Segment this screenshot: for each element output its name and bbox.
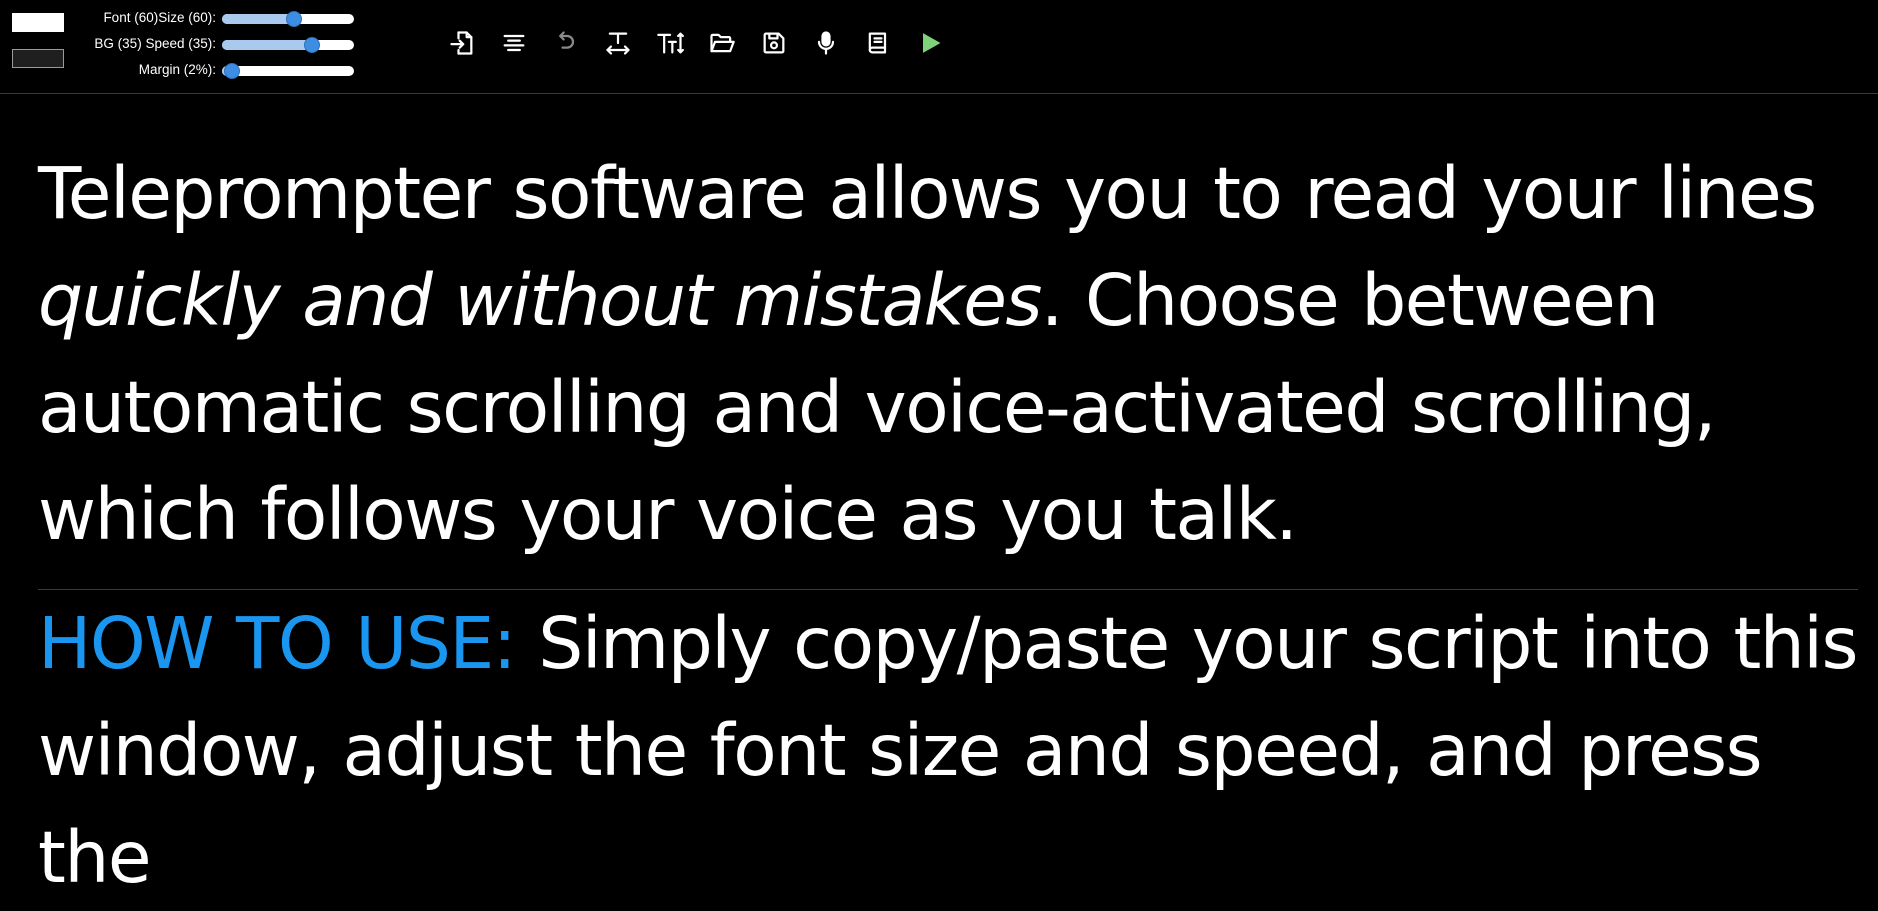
script-paragraph-1: Teleprompter software allows you to read… — [38, 140, 1858, 568]
play-icon — [923, 33, 941, 53]
undo-icon — [559, 31, 575, 49]
script-text-area[interactable]: Teleprompter software allows you to read… — [38, 140, 1859, 911]
text-height-icon — [657, 32, 684, 54]
margin-slider-thumb[interactable] — [224, 63, 241, 79]
open-file-button[interactable] — [696, 22, 748, 64]
font-color-swatch[interactable] — [12, 13, 64, 32]
toolbar: Font (60)Size (60): BG (35) Speed (35): … — [0, 0, 1878, 94]
margin-label: Margin (2%): — [138, 62, 216, 77]
bg-speed-row: BG (35) Speed (35): — [70, 31, 360, 57]
slider-panel: Font (60)Size (60): BG (35) Speed (35): … — [70, 5, 360, 83]
script-paragraph-2: HOW TO USE: Simply copy/paste your scrip… — [38, 590, 1859, 911]
margin-row: Margin (2%): — [70, 57, 360, 83]
text-width-icon — [606, 32, 630, 55]
text-width-button[interactable] — [592, 22, 644, 64]
align-center-button[interactable] — [488, 22, 540, 64]
import-icon — [450, 31, 473, 55]
import-button[interactable] — [436, 22, 488, 64]
undo-button[interactable] — [540, 22, 592, 64]
bg-color-swatch[interactable] — [12, 49, 64, 68]
size-slider-fill — [222, 14, 295, 24]
size-slider-thumb[interactable] — [285, 11, 302, 27]
speed-slider-track[interactable] — [222, 40, 354, 50]
bg-speed-label: BG (35) Speed (35): — [94, 36, 216, 51]
speed-slider-thumb[interactable] — [304, 37, 321, 53]
margin-slider-track[interactable] — [222, 66, 354, 76]
play-button[interactable] — [904, 22, 956, 64]
save-icon — [763, 32, 785, 54]
save-button[interactable] — [748, 22, 800, 64]
voice-scroll-button[interactable] — [800, 22, 852, 64]
script-emphasis: quickly and without mistakes — [38, 259, 1042, 342]
toolbar-icons — [436, 22, 956, 64]
folder-open-icon — [710, 33, 735, 53]
speed-slider-fill — [222, 40, 316, 50]
align-center-icon — [503, 34, 525, 52]
book-icon — [868, 32, 887, 54]
script-text: Teleprompter software allows you to read… — [38, 152, 1817, 235]
microphone-icon — [817, 31, 835, 55]
book-button[interactable] — [852, 22, 904, 64]
font-size-label: Font (60)Size (60): — [103, 10, 216, 25]
text-height-button[interactable] — [644, 22, 696, 64]
font-size-row: Font (60)Size (60): — [70, 5, 360, 31]
how-to-use-label: HOW TO USE: — [38, 602, 517, 685]
